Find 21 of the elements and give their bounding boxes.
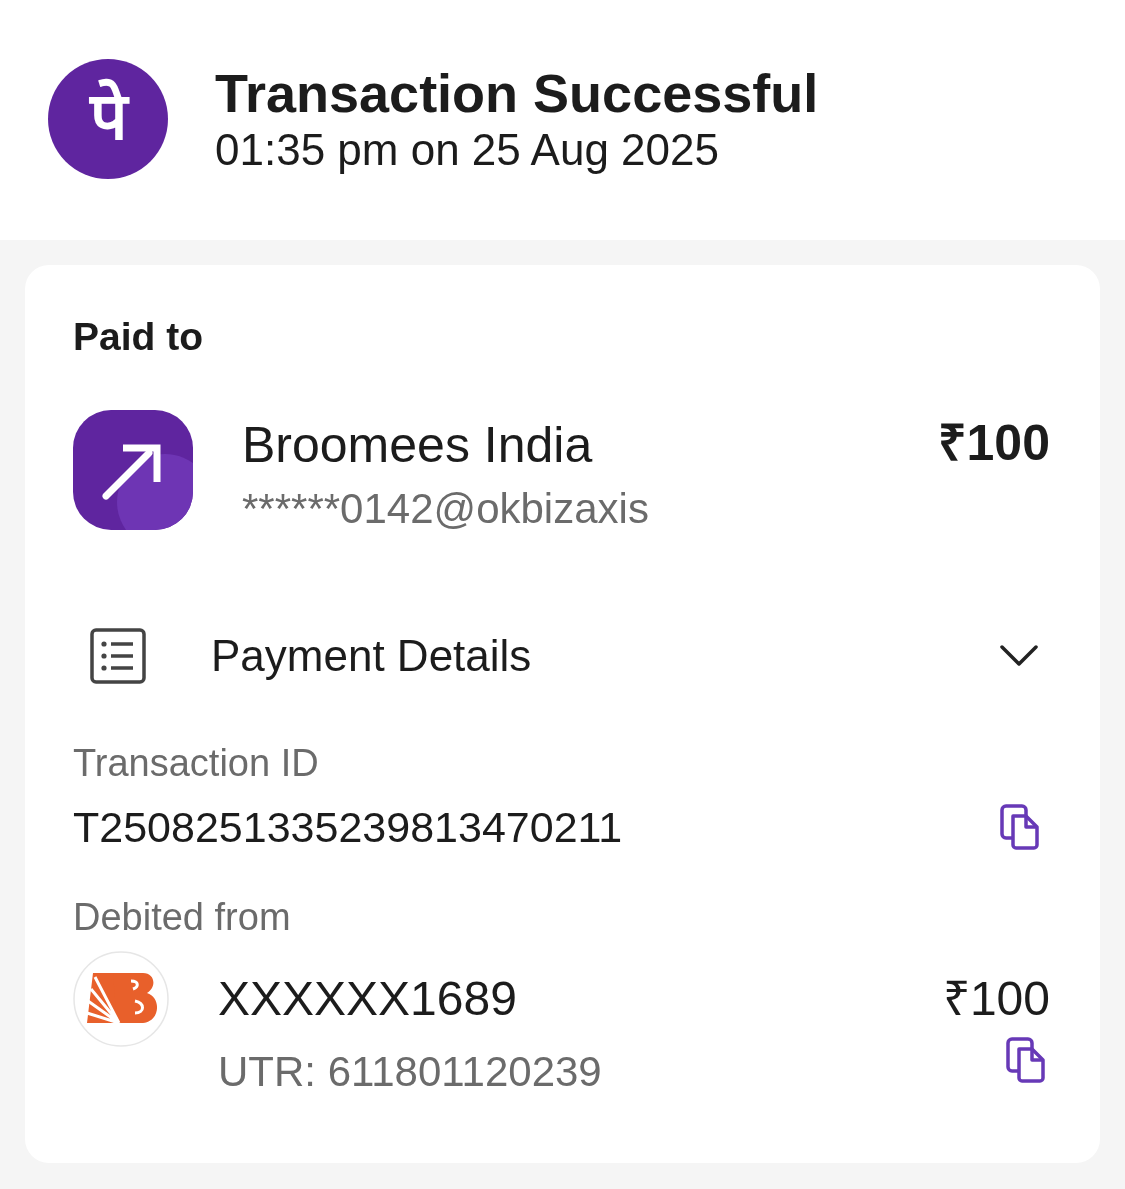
status-title: Transaction Successful — [215, 66, 819, 120]
account-number: XXXXXX1689 — [218, 975, 517, 1023]
paid-amount: ₹100 — [937, 418, 1050, 468]
payment-details-label: Payment Details — [211, 634, 532, 678]
utr-number: UTR: 611801120239 — [218, 1051, 602, 1093]
field-label: Transaction ID — [73, 744, 319, 782]
bank-logo-icon — [73, 951, 169, 1047]
list-icon — [90, 628, 146, 684]
chevron-down-icon[interactable] — [1000, 645, 1038, 667]
payee-name: Broomees India — [242, 420, 593, 470]
debited-amount: ₹100 — [942, 975, 1050, 1023]
copy-icon[interactable] — [1000, 804, 1040, 850]
payment-details-toggle[interactable]: Payment Details — [73, 628, 1050, 684]
arrow-app-icon — [73, 410, 193, 530]
timestamp: 01:35 pm on 25 Aug 2025 — [215, 128, 719, 172]
transaction-id: T2508251335239813470211 — [73, 805, 623, 849]
payee-upi-id: ******0142@okbizaxis — [242, 488, 649, 530]
debited-from-label: Debited from — [73, 898, 291, 936]
copy-icon[interactable] — [1006, 1037, 1046, 1083]
app-logo: पे — [48, 59, 168, 179]
paid-to-heading: Paid to — [73, 317, 203, 356]
